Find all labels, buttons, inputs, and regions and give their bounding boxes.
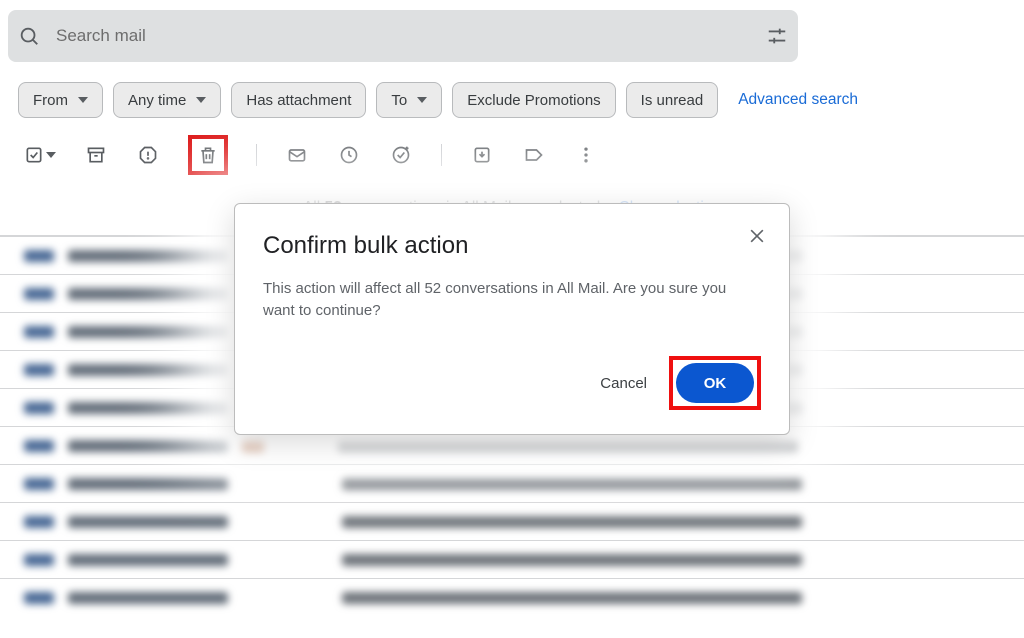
- close-icon[interactable]: [747, 226, 767, 246]
- highlight-ok: OK: [669, 356, 761, 410]
- cancel-button[interactable]: Cancel: [594, 367, 653, 400]
- modal-overlay: Confirm bulk action This action will aff…: [0, 0, 1024, 638]
- ok-button[interactable]: OK: [676, 363, 754, 403]
- confirm-dialog: Confirm bulk action This action will aff…: [234, 203, 790, 435]
- dialog-body: This action will affect all 52 conversat…: [263, 278, 761, 322]
- dialog-actions: Cancel OK: [263, 356, 761, 410]
- dialog-title: Confirm bulk action: [263, 232, 761, 260]
